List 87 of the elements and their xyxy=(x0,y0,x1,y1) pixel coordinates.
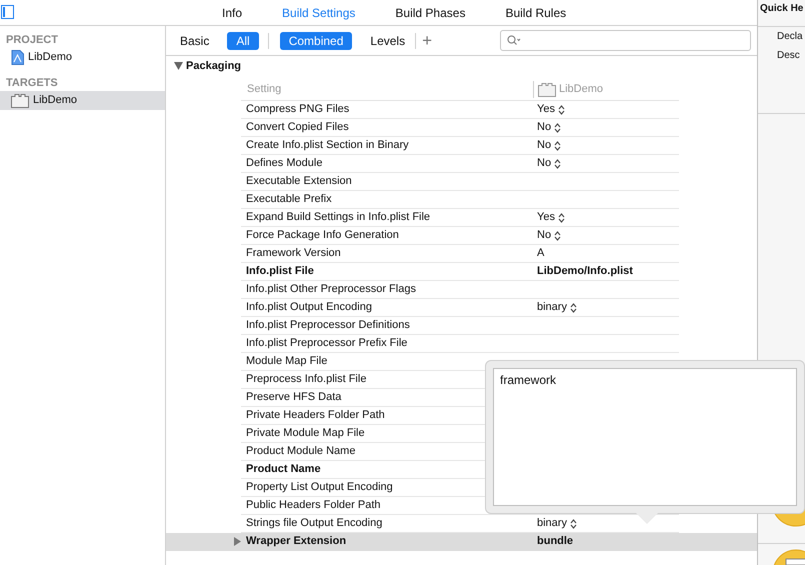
setting-name: Property List Output Encoding xyxy=(246,480,393,496)
setting-value[interactable]: LibDemo/Info.plist xyxy=(533,263,633,280)
stepper-icon xyxy=(554,230,562,240)
filter-button[interactable]: All xyxy=(227,32,259,50)
search-field[interactable] xyxy=(500,30,751,51)
stepper-icon xyxy=(554,140,562,150)
stepper-icon xyxy=(554,122,562,132)
disclosure-triangle-icon[interactable] xyxy=(234,537,241,546)
setting-value[interactable]: Yes xyxy=(533,101,565,118)
search-icon xyxy=(507,35,521,46)
setting-row[interactable]: Executable Prefix xyxy=(166,191,757,209)
setting-name: Info.plist Preprocessor Definitions xyxy=(246,318,410,334)
setting-row[interactable]: Executable Extension xyxy=(166,173,757,191)
stepper-icon xyxy=(570,518,577,528)
tab[interactable]: Info xyxy=(222,4,242,22)
inspector-label: Desc xyxy=(776,49,801,63)
sidebar-item[interactable]: LibDemo xyxy=(0,48,165,67)
setting-name: Preserve HFS Data xyxy=(246,390,342,406)
tab[interactable]: Build Settings xyxy=(282,4,356,22)
setting-name: Framework Version xyxy=(246,246,341,262)
setting-name: Product Module Name xyxy=(246,444,356,460)
setting-name: Info.plist File xyxy=(246,264,314,280)
section-header[interactable]: Packaging xyxy=(166,57,757,75)
setting-row[interactable]: Defines Module No xyxy=(166,155,757,173)
sidebar-toggle-icon[interactable] xyxy=(1,5,14,19)
popover-text-value[interactable]: framework xyxy=(500,371,790,389)
setting-row[interactable]: Info.plist Other Preprocessor Flags xyxy=(166,281,757,299)
inspector-label: Decla xyxy=(776,30,804,44)
setting-name: Strings file Output Encoding xyxy=(246,516,382,532)
setting-value[interactable]: Yes xyxy=(533,209,565,226)
setting-name: Public Headers Folder Path xyxy=(246,498,381,514)
setting-row[interactable]: Info.plist Output Encoding binary xyxy=(166,299,757,317)
setting-name: Info.plist Output Encoding xyxy=(246,300,372,316)
setting-row[interactable]: Expand Build Settings in Info.plist File Yes xyxy=(166,209,757,227)
setting-row[interactable]: Force Package Info Generation No xyxy=(166,227,757,245)
column-header: Setting xyxy=(246,82,282,98)
target-icon xyxy=(538,82,556,96)
setting-value[interactable]: No xyxy=(533,155,562,172)
project-file-icon xyxy=(11,50,24,65)
section-heading: TARGETS xyxy=(5,76,59,91)
setting-name: Create Info.plist Section in Binary xyxy=(246,138,409,154)
setting-name: Private Headers Folder Path xyxy=(246,408,385,424)
stepper-icon xyxy=(558,212,565,222)
tab[interactable]: Build Phases xyxy=(395,4,466,22)
setting-name: Force Package Info Generation xyxy=(246,228,399,244)
stepper-icon xyxy=(554,158,562,168)
setting-name: Private Module Map File xyxy=(246,426,365,442)
setting-row[interactable]: Info.plist File LibDemo/Info.plist xyxy=(166,263,757,281)
setting-value[interactable]: No xyxy=(533,119,562,136)
setting-name: Expand Build Settings in Info.plist File xyxy=(246,210,430,226)
setting-name: Executable Extension xyxy=(246,174,352,190)
setting-row[interactable]: Wrapper Extension bundle xyxy=(166,533,757,551)
setting-name: Executable Prefix xyxy=(246,192,332,208)
setting-value[interactable]: binary xyxy=(533,299,577,316)
setting-name: Convert Copied Files xyxy=(246,120,349,136)
setting-value[interactable]: binary xyxy=(533,515,577,532)
setting-name: Product Name xyxy=(246,462,321,478)
setting-name: Info.plist Other Preprocessor Flags xyxy=(246,282,416,298)
setting-name: Defines Module xyxy=(246,156,322,172)
column-header: LibDemo xyxy=(533,81,604,98)
setting-row[interactable]: Framework Version A xyxy=(166,245,757,263)
stepper-icon xyxy=(570,302,577,312)
setting-row[interactable]: Compress PNG Files Yes xyxy=(166,101,757,119)
sidebar-item[interactable]: LibDemo xyxy=(0,91,165,110)
add-button[interactable]: + xyxy=(422,32,432,49)
setting-name: Module Map File xyxy=(246,354,328,370)
filter-button[interactable]: Basic xyxy=(178,32,212,50)
setting-name: Info.plist Preprocessor Prefix File xyxy=(246,336,408,352)
section-heading: PROJECT xyxy=(5,33,59,48)
setting-value[interactable]: bundle xyxy=(533,533,574,550)
setting-name: Wrapper Extension xyxy=(246,534,346,550)
filter-button[interactable]: Levels xyxy=(368,32,408,50)
disclosure-triangle-icon[interactable] xyxy=(174,62,183,70)
setting-value[interactable]: No xyxy=(533,137,562,154)
setting-name: Preprocess Info.plist File xyxy=(246,372,366,388)
filter-button[interactable]: Combined xyxy=(280,32,352,50)
setting-value[interactable]: A xyxy=(533,245,544,262)
setting-row[interactable]: Info.plist Preprocessor Prefix File xyxy=(166,335,757,353)
target-icon xyxy=(11,94,29,108)
setting-row[interactable]: Create Info.plist Section in Binary No xyxy=(166,137,757,155)
stepper-icon xyxy=(558,104,565,114)
tab[interactable]: Build Rules xyxy=(505,4,566,22)
setting-row[interactable]: Convert Copied Files No xyxy=(166,119,757,137)
setting-value[interactable]: No xyxy=(533,227,562,244)
setting-name: Compress PNG Files xyxy=(246,102,350,118)
inspector-title: Quick He xyxy=(758,0,805,27)
setting-row[interactable]: Info.plist Preprocessor Definitions xyxy=(166,317,757,335)
